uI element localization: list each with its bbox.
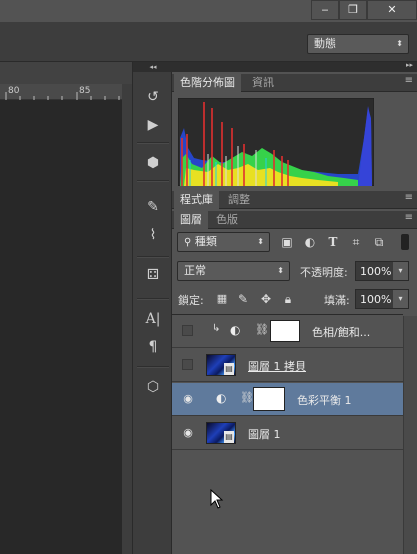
- lock-label: 鎖定:: [178, 294, 204, 307]
- layer-row-selected[interactable]: ◉ ◐ ⛓ 色彩平衡 1: [172, 383, 403, 416]
- close-icon[interactable]: ✕: [367, 0, 417, 20]
- select-arrow-icon: ⬍: [396, 39, 403, 48]
- preset-select-value: 動態: [314, 37, 336, 50]
- expand-panels-icon[interactable]: ▸▸: [406, 61, 413, 69]
- tab-layers[interactable]: 圖層: [174, 211, 208, 229]
- adjustment-layer-icon: ◐: [230, 323, 241, 337]
- tab-library[interactable]: 程式庫: [174, 191, 219, 209]
- panel-menu-icon[interactable]: ≡: [405, 75, 413, 86]
- eye-icon[interactable]: ◉: [181, 392, 195, 406]
- 3d-cube-icon[interactable]: ⬢: [141, 152, 165, 174]
- clone-source-icon[interactable]: ⚃: [141, 264, 165, 286]
- histogram-panel-header: 色階分佈圖 資訊 ≡: [172, 74, 417, 92]
- blend-mode-value: 正常: [184, 264, 206, 277]
- eye-icon[interactable]: ◉: [181, 426, 195, 440]
- minimize-icon[interactable]: ‒: [311, 0, 339, 20]
- document-tab-strip: [0, 62, 132, 84]
- histogram-graph: [178, 98, 374, 186]
- filter-pixel-icon[interactable]: ▣: [279, 234, 295, 250]
- dock-separator: [137, 366, 169, 368]
- restore-icon[interactable]: ❐: [339, 0, 367, 20]
- dock-separator: [137, 180, 169, 182]
- options-bar: 動態 ⬍: [0, 22, 417, 62]
- layers-list: ↳ ◐ ⛓ 色相/飽和... ▤ 圖層 1 拷貝 ◉ ◐ ⛓ 色彩平衡 1 ◉ …: [172, 314, 403, 554]
- filter-smart-object-icon[interactable]: ⧉: [371, 234, 387, 250]
- layer-mask-thumbnail[interactable]: [270, 320, 300, 342]
- visibility-toggle[interactable]: [182, 325, 193, 336]
- tab-info[interactable]: 資訊: [246, 74, 280, 92]
- fill-field[interactable]: 100% ▾: [355, 289, 409, 309]
- ruler-ticks: [5, 92, 120, 100]
- layer-row[interactable]: ◉ ▤ 圖層 1: [172, 417, 403, 450]
- 3d-object-icon[interactable]: ⬡: [141, 376, 165, 398]
- lock-pixels-icon[interactable]: ✎: [235, 291, 251, 307]
- library-panel-header: 程式庫 調整 ≡: [172, 191, 417, 209]
- dock-separator: [137, 298, 169, 300]
- layer-name[interactable]: 圖層 1 拷貝: [248, 358, 306, 374]
- adjustment-layer-icon: ◐: [216, 391, 227, 405]
- panel-menu-icon[interactable]: ≡: [405, 212, 413, 223]
- clip-arrow-icon: ↳: [212, 323, 221, 334]
- lock-transparency-icon[interactable]: ▦: [214, 291, 230, 307]
- link-chain-icon[interactable]: ⛓: [240, 391, 254, 404]
- panel-dock: ◂◂ ↺ ▶ ⬢ ✎ ⌇ ⚃ A| ¶ ⬡: [132, 62, 173, 554]
- actions-play-icon[interactable]: ▶: [141, 114, 165, 136]
- layers-scrollbar[interactable]: [403, 316, 417, 554]
- paragraph-icon[interactable]: ¶: [141, 336, 165, 358]
- layer-row[interactable]: ↳ ◐ ⛓ 色相/飽和...: [172, 315, 403, 348]
- document-canvas[interactable]: [0, 100, 122, 554]
- layer-thumbnail[interactable]: ▤: [206, 354, 236, 376]
- search-icon: ⚲: [184, 237, 192, 248]
- filter-toggle[interactable]: [401, 234, 409, 250]
- fill-value: 100%: [360, 293, 392, 306]
- preset-select[interactable]: 動態 ⬍: [307, 34, 409, 54]
- layer-mask-thumbnail[interactable]: [253, 387, 285, 411]
- smart-object-icon: ▤: [224, 363, 234, 375]
- title-bar: ‒ ❐ ✕: [0, 0, 417, 22]
- layer-name[interactable]: 色相/飽和...: [312, 324, 370, 340]
- dock-separator: [137, 142, 169, 144]
- opacity-dropdown-icon[interactable]: ▾: [393, 262, 408, 280]
- link-chain-icon[interactable]: ⛓: [255, 323, 269, 336]
- brush-presets-icon[interactable]: ✎: [141, 196, 165, 218]
- histogram-panel-body: [172, 93, 417, 190]
- panel-top-strip: ▸▸: [172, 61, 417, 72]
- opacity-field[interactable]: 100% ▾: [355, 261, 409, 281]
- horizontal-ruler[interactable]: 80 85: [0, 84, 122, 100]
- opacity-label: 不透明度:: [300, 266, 348, 279]
- layer-row[interactable]: ▤ 圖層 1 拷貝: [172, 349, 403, 382]
- blend-mode-select[interactable]: 正常 ⬍: [177, 261, 290, 281]
- layer-filter-value: 種類: [194, 235, 217, 248]
- lock-all-icon[interactable]: 🔒︎: [280, 291, 296, 307]
- select-arrow-icon: ⬍: [277, 266, 284, 275]
- layer-name[interactable]: 色彩平衡 1: [297, 392, 352, 408]
- document-vertical-scroll[interactable]: [122, 84, 132, 554]
- lock-position-icon[interactable]: ✥: [258, 291, 274, 307]
- visibility-toggle[interactable]: [182, 359, 193, 370]
- mouse-cursor-icon: [210, 489, 224, 509]
- character-icon[interactable]: A|: [141, 308, 165, 330]
- opacity-value: 100%: [360, 265, 392, 278]
- layers-panel-header: 圖層 色版 ≡: [172, 211, 417, 229]
- brush-icon[interactable]: ⌇: [141, 224, 165, 246]
- filter-adjustment-icon[interactable]: ◐: [302, 234, 318, 250]
- filter-shape-icon[interactable]: ⌗: [348, 234, 364, 250]
- fill-dropdown-icon[interactable]: ▾: [393, 290, 408, 308]
- layer-name[interactable]: 圖層 1: [248, 426, 281, 442]
- filter-type-icon[interactable]: T: [325, 234, 341, 250]
- collapse-dock-icon[interactable]: ◂◂: [133, 62, 173, 72]
- dock-separator: [137, 256, 169, 258]
- layer-thumbnail[interactable]: ▤: [206, 422, 236, 444]
- panel-menu-icon[interactable]: ≡: [405, 192, 413, 203]
- select-arrow-icon: ⬍: [257, 237, 264, 246]
- history-icon[interactable]: ↺: [141, 86, 165, 108]
- right-panels: ▸▸ 色階分佈圖 資訊 ≡ 程式庫 調整 ≡ 圖層 色版 ≡ ⚲ 種類 ⬍ ▣ …: [172, 61, 417, 554]
- tab-channels[interactable]: 色版: [210, 211, 244, 229]
- smart-object-icon: ▤: [224, 431, 234, 443]
- tab-adjustments[interactable]: 調整: [222, 191, 256, 209]
- layer-filter-select[interactable]: ⚲ 種類 ⬍: [177, 232, 270, 252]
- fill-label: 填滿:: [324, 294, 350, 307]
- tab-histogram[interactable]: 色階分佈圖: [174, 74, 241, 92]
